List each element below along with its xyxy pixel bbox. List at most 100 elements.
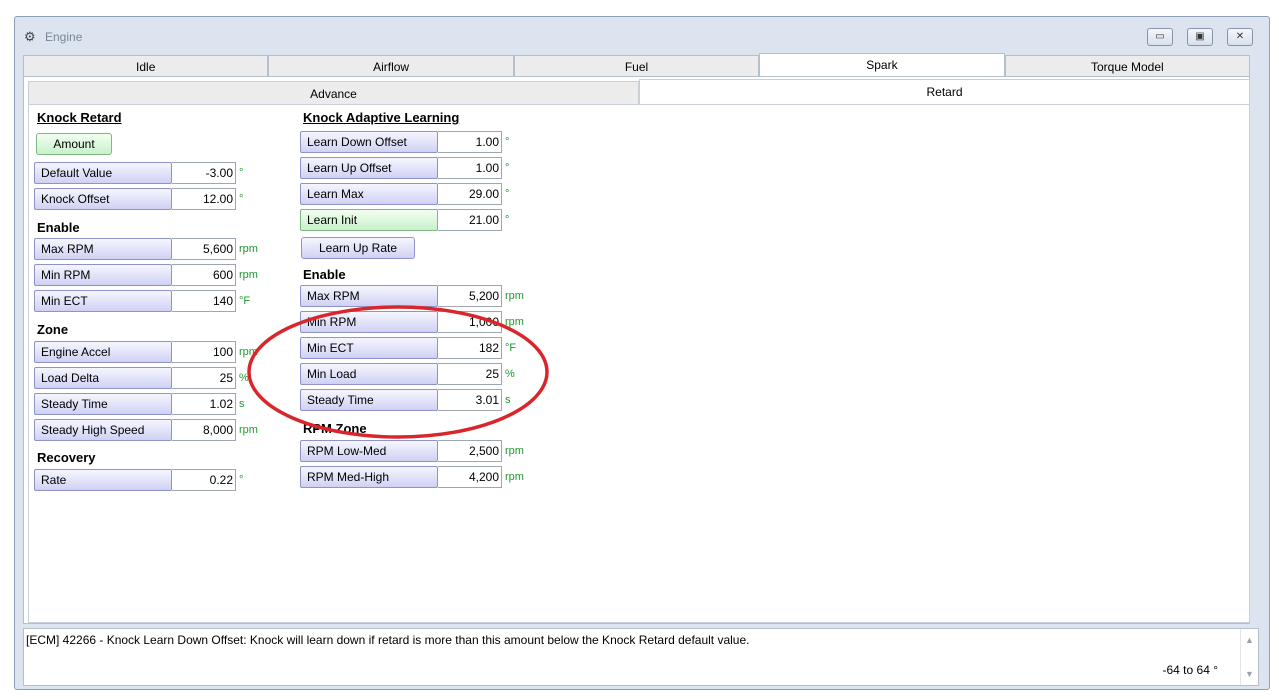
field-value[interactable]: -3.00	[172, 162, 236, 184]
field-steady-time-right: Steady Time 3.01 s	[300, 389, 511, 411]
field-rpm-low-med: RPM Low-Med 2,500 rpm	[300, 440, 524, 462]
spark-panel: Advance Retard Knock Retard Amount Defau…	[23, 76, 1250, 624]
field-value[interactable]: 1.00	[438, 131, 502, 153]
field-value[interactable]: 5,200	[438, 285, 502, 307]
field-label[interactable]: Min Load	[300, 363, 438, 385]
field-unit: °	[505, 162, 510, 174]
field-rate: Rate 0.22 °	[34, 469, 243, 491]
field-value[interactable]: 600	[172, 264, 236, 286]
status-range: -64 to 64 °	[1162, 663, 1219, 677]
field-unit: °F	[505, 342, 517, 354]
tab-fuel[interactable]: Fuel	[513, 55, 760, 77]
knock-retard-heading: Knock Retard	[37, 110, 122, 125]
field-value[interactable]: 25	[438, 363, 502, 385]
field-label[interactable]: Learn Up Offset	[300, 157, 438, 179]
field-value[interactable]: 29.00	[438, 183, 502, 205]
field-unit: rpm	[239, 346, 258, 358]
tab-torque-model[interactable]: Torque Model	[1004, 55, 1251, 77]
field-label[interactable]: Steady High Speed	[34, 419, 172, 441]
status-description: [ECM] 42266 - Knock Learn Down Offset: K…	[26, 633, 750, 647]
field-unit: °	[239, 193, 244, 205]
field-value[interactable]: 5,600	[172, 238, 236, 260]
scroll-down-icon[interactable]: ▼	[1245, 669, 1254, 679]
field-learn-down-offset: Learn Down Offset 1.00 °	[300, 131, 509, 153]
field-learn-max: Learn Max 29.00 °	[300, 183, 509, 205]
field-max-rpm-left: Max RPM 5,600 rpm	[34, 238, 258, 260]
field-label[interactable]: Min RPM	[34, 264, 172, 286]
field-label[interactable]: Min ECT	[300, 337, 438, 359]
field-label[interactable]: RPM Low-Med	[300, 440, 438, 462]
enable-heading-left: Enable	[37, 220, 80, 235]
field-value[interactable]: 3.01	[438, 389, 502, 411]
field-unit: rpm	[505, 471, 524, 483]
learn-up-rate-button[interactable]: Learn Up Rate	[301, 237, 415, 259]
field-value[interactable]: 8,000	[172, 419, 236, 441]
knock-adaptive-learning-heading: Knock Adaptive Learning	[303, 110, 460, 125]
minimize-button[interactable]: ▭	[1147, 28, 1173, 46]
field-value[interactable]: 4,200	[438, 466, 502, 488]
field-unit: °	[239, 474, 244, 486]
status-scrollbar[interactable]: ▲ ▼	[1240, 629, 1258, 685]
restore-button[interactable]: ▣	[1187, 28, 1213, 46]
field-label[interactable]: Learn Init	[300, 209, 438, 231]
field-label[interactable]: Engine Accel	[34, 341, 172, 363]
field-value[interactable]: 12.00	[172, 188, 236, 210]
field-min-ect-right: Min ECT 182 °F	[300, 337, 516, 359]
field-unit: s	[505, 394, 511, 406]
field-value[interactable]: 25	[172, 367, 236, 389]
field-value[interactable]: 182	[438, 337, 502, 359]
field-min-rpm-left: Min RPM 600 rpm	[34, 264, 258, 286]
field-value[interactable]: 1,000	[438, 311, 502, 333]
field-value[interactable]: 21.00	[438, 209, 502, 231]
tab-airflow[interactable]: Airflow	[268, 55, 514, 77]
field-min-ect-left: Min ECT 140 °F	[34, 290, 250, 312]
field-unit: rpm	[505, 290, 524, 302]
field-label[interactable]: Max RPM	[34, 238, 172, 260]
field-label[interactable]: Steady Time	[300, 389, 438, 411]
field-value[interactable]: 100	[172, 341, 236, 363]
field-unit: rpm	[239, 243, 258, 255]
field-label[interactable]: Learn Max	[300, 183, 438, 205]
field-label[interactable]: Learn Down Offset	[300, 131, 438, 153]
field-unit: %	[505, 368, 515, 380]
tab-retard[interactable]: Retard	[639, 79, 1250, 105]
scroll-up-icon[interactable]: ▲	[1245, 635, 1254, 645]
field-unit: s	[239, 398, 245, 410]
field-unit: rpm	[505, 445, 524, 457]
amount-button[interactable]: Amount	[36, 133, 112, 155]
help-status-box: [ECM] 42266 - Knock Learn Down Offset: K…	[23, 628, 1259, 686]
main-tab-strip: Idle Airflow Fuel Spark Torque Model	[23, 53, 1251, 77]
field-default-value: Default Value -3.00 °	[34, 162, 243, 184]
field-value[interactable]: 1.00	[438, 157, 502, 179]
field-value[interactable]: 2,500	[438, 440, 502, 462]
engine-gauge-icon: ⚙	[24, 29, 36, 44]
field-unit: rpm	[505, 316, 524, 328]
field-max-rpm-right: Max RPM 5,200 rpm	[300, 285, 524, 307]
close-button[interactable]: ✕	[1227, 28, 1253, 46]
field-label[interactable]: Load Delta	[34, 367, 172, 389]
field-value[interactable]: 140	[172, 290, 236, 312]
field-label[interactable]: Steady Time	[34, 393, 172, 415]
sub-tab-strip: Advance Retard	[28, 79, 1250, 105]
title-bar: ⚙ Engine ▭ ▣ ✕	[15, 17, 1269, 53]
field-unit: °F	[239, 295, 251, 307]
field-rpm-med-high: RPM Med-High 4,200 rpm	[300, 466, 524, 488]
field-label[interactable]: Max RPM	[300, 285, 438, 307]
field-label[interactable]: Knock Offset	[34, 188, 172, 210]
recovery-heading: Recovery	[37, 450, 96, 465]
field-load-delta: Load Delta 25 %	[34, 367, 249, 389]
tab-spark[interactable]: Spark	[759, 53, 1005, 77]
tab-advance[interactable]: Advance	[28, 81, 639, 105]
field-label[interactable]: Min RPM	[300, 311, 438, 333]
tab-idle[interactable]: Idle	[23, 55, 269, 77]
field-label[interactable]: Rate	[34, 469, 172, 491]
rpm-zone-heading: RPM Zone	[303, 421, 367, 436]
field-label[interactable]: RPM Med-High	[300, 466, 438, 488]
zone-heading: Zone	[37, 322, 69, 337]
field-label[interactable]: Min ECT	[34, 290, 172, 312]
field-value[interactable]: 0.22	[172, 469, 236, 491]
field-steady-high-speed: Steady High Speed 8,000 rpm	[34, 419, 258, 441]
retard-content: Knock Retard Amount Default Value -3.00 …	[28, 104, 1250, 623]
field-value[interactable]: 1.02	[172, 393, 236, 415]
field-label[interactable]: Default Value	[34, 162, 172, 184]
